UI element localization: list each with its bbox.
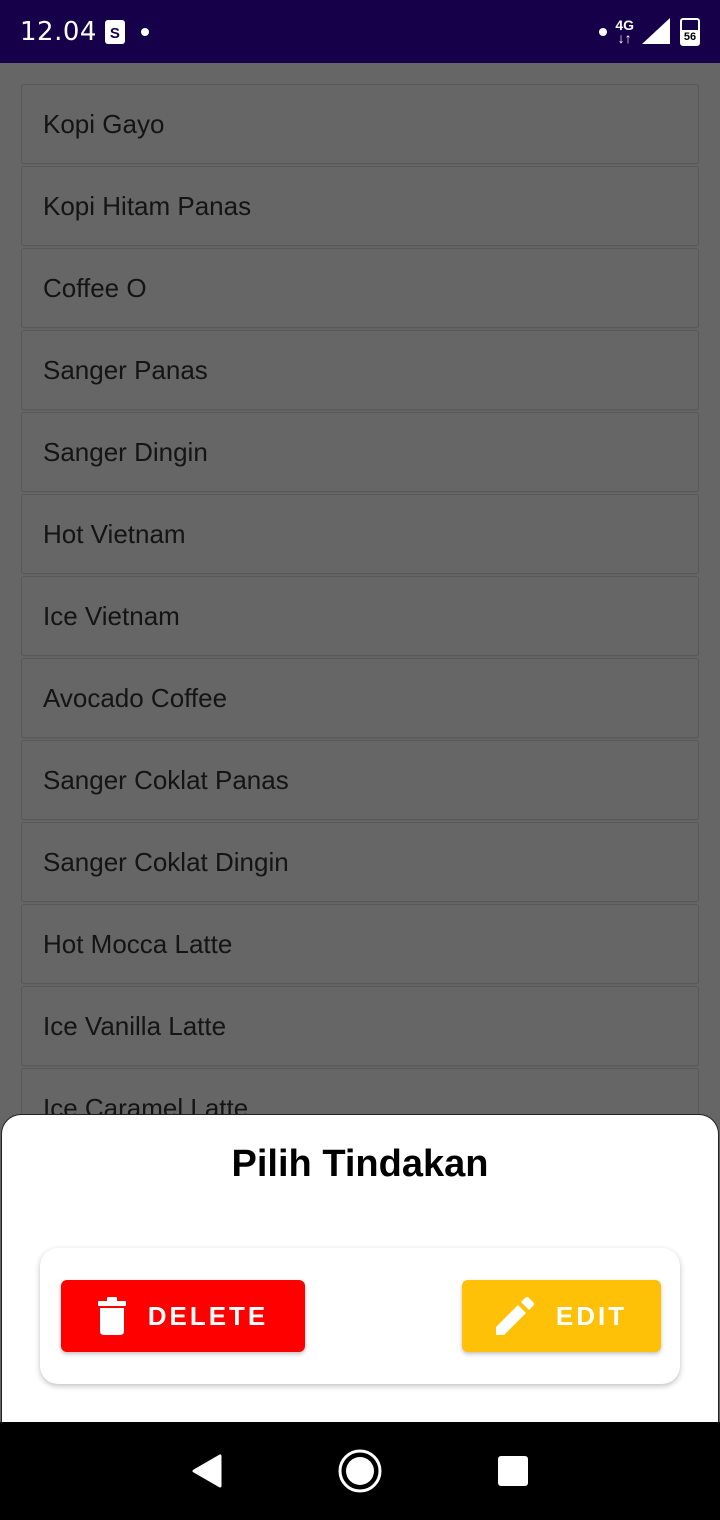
network-type-icon: 4G ↓↑: [615, 18, 634, 46]
sheet-title: Pilih Tindakan: [231, 1143, 489, 1185]
delete-label: DELETE: [147, 1300, 269, 1331]
edit-label: EDIT: [555, 1300, 628, 1331]
edit-button[interactable]: EDIT: [462, 1280, 661, 1352]
status-dot-icon: [599, 27, 608, 36]
recents-button[interactable]: [483, 1441, 543, 1501]
pencil-icon: [495, 1297, 534, 1335]
home-button[interactable]: [330, 1441, 390, 1501]
navigation-bar: [0, 1422, 720, 1520]
recents-square-icon: [498, 1456, 529, 1486]
status-time: 12.04: [20, 16, 97, 47]
battery-icon: 56: [680, 17, 700, 46]
battery-level: 56: [682, 29, 698, 44]
screen: 12.04 S 4G ↓↑ 56 Kopi GayoKopi Hitam Pan…: [0, 0, 720, 1520]
home-circle-icon: [338, 1449, 382, 1493]
status-bar: 12.04 S 4G ↓↑ 56: [0, 0, 720, 63]
action-bottom-sheet: Pilih Tindakan DELETE EDIT: [1, 1114, 719, 1422]
action-card: DELETE EDIT: [40, 1248, 680, 1384]
notification-dot-icon: [140, 27, 149, 36]
trash-icon: [97, 1297, 126, 1335]
back-button[interactable]: [177, 1441, 237, 1501]
back-triangle-icon: [192, 1454, 222, 1488]
shop-notification-icon: S: [104, 19, 125, 44]
status-right: 4G ↓↑ 56: [599, 17, 700, 46]
signal-icon: [642, 17, 670, 44]
data-arrows-icon: ↓↑: [617, 29, 632, 46]
delete-button[interactable]: DELETE: [61, 1280, 305, 1352]
